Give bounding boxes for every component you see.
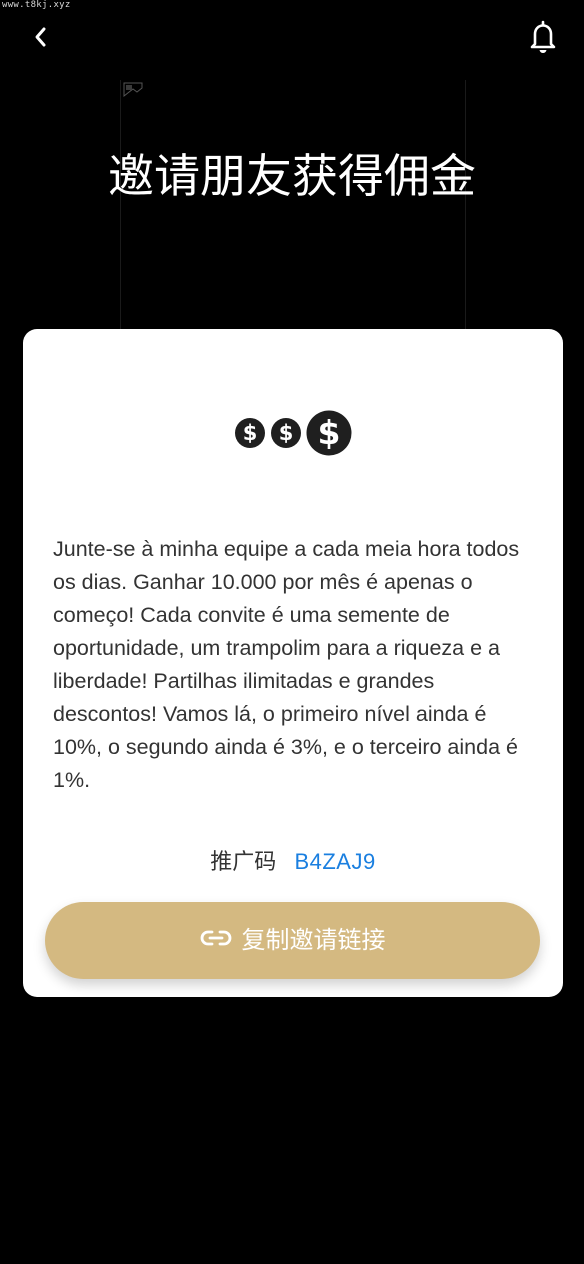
svg-text:$: $ xyxy=(318,413,341,452)
dollar-coins-icon: $ $ $ xyxy=(23,409,563,457)
chevron-left-icon xyxy=(33,26,49,53)
svg-text:$: $ xyxy=(279,421,294,445)
invite-page: www.t8kj.xyz 邀请朋友获得佣金 $ $ $ Junte-se à m… xyxy=(0,0,584,1264)
svg-text:$: $ xyxy=(243,421,258,445)
link-icon xyxy=(200,929,232,952)
copy-invite-link-label: 复制邀请链接 xyxy=(241,926,386,954)
invite-description: Junte-se à minha equipe a cada meia hora… xyxy=(53,537,520,792)
hero-image xyxy=(120,80,466,330)
page-title: 邀请朋友获得佣金 xyxy=(108,150,476,202)
small-dollar-coin-icon: $ xyxy=(271,418,301,448)
notification-button[interactable] xyxy=(526,20,560,58)
bell-icon xyxy=(529,20,557,59)
invite-code-value[interactable]: B4ZAJ9 xyxy=(294,849,375,874)
small-dollar-coin-icon: $ xyxy=(235,418,265,448)
invite-code-label: 推广码 xyxy=(210,849,277,874)
back-button[interactable] xyxy=(26,24,56,54)
invite-code-row: 推广码 B4ZAJ9 xyxy=(23,845,563,879)
large-dollar-coin-icon: $ xyxy=(306,410,352,456)
invite-card: $ $ $ Junte-se à minha equipe a cada mei… xyxy=(23,329,563,997)
copy-invite-link-button[interactable]: 复制邀请链接 xyxy=(45,902,540,979)
watermark: www.t8kj.xyz xyxy=(2,0,71,10)
broken-image-icon xyxy=(123,82,147,102)
